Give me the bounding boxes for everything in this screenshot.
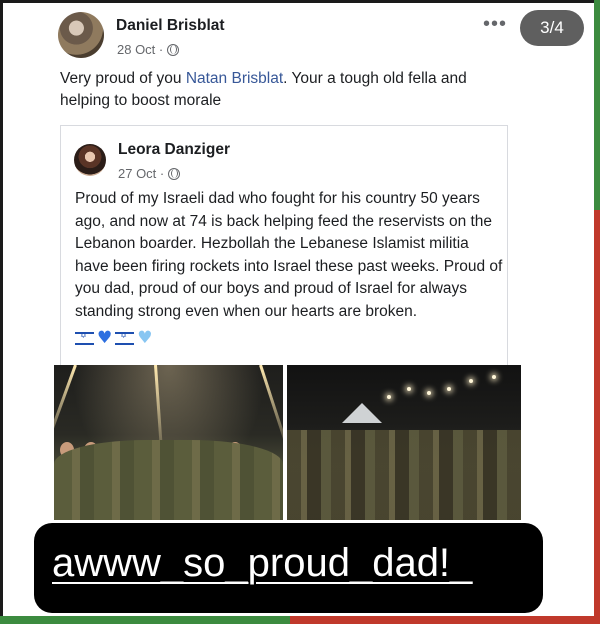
light-beam xyxy=(259,365,283,461)
photo-soldiers-group[interactable] xyxy=(54,365,283,520)
story-caption: awww_so_proud_dad!_ xyxy=(52,541,473,585)
post-meta: 28 Oct · xyxy=(117,42,180,57)
story-frame-right-red xyxy=(594,210,600,624)
story-frame-right-green xyxy=(594,0,600,210)
shared-post-text: Proud of my Israeli dad who fought for h… xyxy=(75,190,503,320)
shared-post-date[interactable]: 27 Oct · xyxy=(118,166,164,181)
post-date[interactable]: 28 Oct · xyxy=(117,42,163,57)
emoji-row: ♥ ♥ xyxy=(75,330,153,347)
light-blue-heart-icon: ♥ xyxy=(137,328,153,348)
avatar[interactable] xyxy=(58,12,104,58)
post-text: Very proud of you Natan Brisblat. Your a… xyxy=(60,68,500,112)
globe-icon xyxy=(167,43,180,56)
post-author[interactable]: Daniel Brisblat xyxy=(116,17,225,35)
story-frame-bottom-green xyxy=(0,616,290,624)
israel-flag-icon xyxy=(75,331,94,345)
crowd xyxy=(287,430,521,520)
blue-heart-icon: ♥ xyxy=(97,328,113,348)
story-frame-bottom-red xyxy=(290,616,600,624)
post-text-before: Very proud of you xyxy=(60,70,186,87)
shared-post-meta: 27 Oct · xyxy=(118,166,181,181)
tent-canopy xyxy=(342,403,382,423)
israel-flag-icon xyxy=(115,331,135,345)
shared-avatar[interactable] xyxy=(74,144,106,176)
story-counter-badge: 3/4 xyxy=(520,10,584,46)
mention-link[interactable]: Natan Brisblat xyxy=(186,70,283,87)
soldiers-group xyxy=(54,440,283,520)
more-options-icon[interactable]: ••• xyxy=(483,14,507,34)
photo-night-meal[interactable] xyxy=(287,365,521,520)
globe-icon xyxy=(168,167,181,180)
shared-post-author[interactable]: Leora Danziger xyxy=(118,141,230,159)
